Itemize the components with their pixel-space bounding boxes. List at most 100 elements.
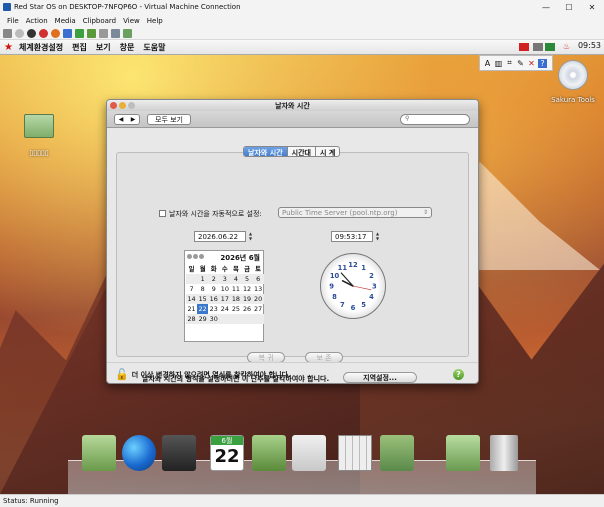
- calendar-day[interactable]: 12: [241, 284, 252, 294]
- calendar-day[interactable]: 3: [219, 274, 230, 284]
- time-stepper[interactable]: ▲ ▼: [375, 231, 380, 242]
- resume-icon[interactable]: [75, 28, 84, 38]
- time-server-select[interactable]: Public Time Server (pool.ntp.org) ⇕: [278, 207, 432, 218]
- tab-clock[interactable]: 시 계: [314, 147, 339, 156]
- help-button[interactable]: ?: [453, 369, 464, 380]
- prev-month-icon[interactable]: [187, 254, 192, 259]
- turn-off-icon[interactable]: [27, 28, 36, 38]
- calendar-day[interactable]: 22: [197, 304, 209, 314]
- checkpoint-icon[interactable]: [87, 28, 96, 38]
- analog-clock[interactable]: 12 1234567891011: [320, 253, 386, 319]
- calendar-nav[interactable]: [187, 254, 204, 259]
- lock-icon[interactable]: 🔓: [115, 368, 129, 381]
- menu-media[interactable]: Media: [55, 17, 76, 25]
- window-close-button[interactable]: [110, 102, 117, 109]
- today-icon[interactable]: [193, 254, 198, 259]
- calendar-day[interactable]: 8: [197, 284, 208, 294]
- search-field[interactable]: ⚲: [400, 114, 470, 125]
- menu-help[interactable]: Help: [147, 17, 163, 25]
- calendar-day[interactable]: 11: [230, 284, 241, 294]
- menu-help-guest[interactable]: 도움말: [143, 42, 165, 53]
- tab-time-zone[interactable]: 시간대: [286, 147, 315, 156]
- revert-icon[interactable]: [99, 28, 108, 38]
- calendar-day[interactable]: 4: [230, 274, 241, 284]
- window-title-bar[interactable]: 날자와 시간: [107, 100, 478, 111]
- calendar-day[interactable]: 7: [186, 284, 197, 294]
- pause-icon[interactable]: [63, 28, 72, 38]
- minimize-button[interactable]: —: [534, 0, 558, 14]
- calculator-icon[interactable]: [338, 435, 372, 471]
- preview-icon[interactable]: [292, 435, 326, 471]
- time-field[interactable]: 09:53:17: [331, 231, 373, 242]
- calendar-day[interactable]: 19: [241, 294, 252, 304]
- network-icon[interactable]: [545, 43, 555, 51]
- pen-tool-icon[interactable]: ✎: [516, 59, 525, 68]
- window-zoom-button[interactable]: [128, 102, 135, 109]
- next-month-icon[interactable]: [199, 254, 204, 259]
- calendar-day[interactable]: 26: [241, 304, 252, 314]
- calendar-day[interactable]: 14: [186, 294, 197, 304]
- enhanced-session-icon[interactable]: [111, 28, 120, 38]
- media-player-icon[interactable]: [162, 435, 196, 471]
- trash-icon[interactable]: [490, 435, 518, 471]
- calendar-day[interactable]: 1: [197, 274, 208, 284]
- maximize-button[interactable]: ☐: [557, 0, 581, 14]
- help-tool-icon[interactable]: ?: [538, 58, 547, 68]
- calendar-day[interactable]: 18: [230, 294, 241, 304]
- menu-clock[interactable]: 09:53: [578, 41, 601, 50]
- start-icon[interactable]: [15, 28, 24, 38]
- calendar-day[interactable]: 15: [197, 294, 208, 304]
- forward-button[interactable]: ▶: [131, 116, 136, 123]
- calendar-day[interactable]: 20: [253, 294, 264, 304]
- tab-date-time[interactable]: 날자와 시간: [244, 147, 287, 156]
- shutdown-icon[interactable]: [39, 28, 48, 38]
- calendar-day[interactable]: 21: [186, 304, 197, 314]
- menu-system-preferences[interactable]: 체계환경설정: [19, 42, 63, 53]
- calendar-day[interactable]: 9: [208, 284, 219, 294]
- grid-tool-icon[interactable]: ⌗: [505, 58, 514, 68]
- menu-view-guest[interactable]: 보기: [96, 42, 111, 53]
- red-star-icon[interactable]: ★: [4, 42, 13, 53]
- menu-action[interactable]: Action: [26, 17, 48, 25]
- window-minimize-button[interactable]: [119, 102, 126, 109]
- auto-set-checkbox[interactable]: [159, 210, 166, 217]
- calendar-day[interactable]: 2: [208, 274, 219, 284]
- text-tool-icon[interactable]: A: [483, 59, 492, 68]
- calendar-day[interactable]: 10: [219, 284, 230, 294]
- calendar-icon[interactable]: 6월 22: [210, 435, 244, 471]
- calendar-day[interactable]: 29: [197, 314, 208, 324]
- calendar-day[interactable]: 17: [219, 294, 230, 304]
- calendar-day[interactable]: 6: [253, 274, 264, 284]
- keyboard-icon[interactable]: [533, 43, 543, 51]
- disc-label[interactable]: Sakura Tools: [548, 96, 598, 104]
- back-button[interactable]: ◀: [119, 116, 124, 123]
- folder-icon[interactable]: [24, 114, 54, 138]
- panel-tool-icon[interactable]: ▥: [494, 59, 503, 68]
- region-settings-button[interactable]: 지역설정...: [343, 372, 417, 383]
- close-button[interactable]: ✕: [580, 0, 604, 14]
- address-book-icon[interactable]: [82, 435, 116, 471]
- power-icon[interactable]: [51, 28, 60, 38]
- calendar-day[interactable]: 23: [208, 304, 219, 314]
- share-icon[interactable]: [123, 28, 132, 38]
- date-stepper[interactable]: ▲ ▼: [248, 231, 253, 242]
- calendar-day[interactable]: 24: [219, 304, 230, 314]
- menu-clipboard[interactable]: Clipboard: [83, 17, 116, 25]
- date-field[interactable]: 2026.06.22: [194, 231, 246, 242]
- calendar-day[interactable]: 25: [230, 304, 241, 314]
- show-all-button[interactable]: 모두 보기: [147, 114, 191, 125]
- close-tool-icon[interactable]: ✕: [527, 59, 536, 68]
- menu-view[interactable]: View: [123, 17, 140, 25]
- menu-edit[interactable]: 편집: [72, 42, 87, 53]
- calendar-day[interactable]: 30: [208, 314, 219, 324]
- trash-folder-icon[interactable]: [446, 435, 480, 471]
- utilities-icon[interactable]: [380, 435, 414, 471]
- browser-globe-icon[interactable]: [122, 435, 156, 471]
- contacts-icon[interactable]: [252, 435, 286, 471]
- input-flag-icon[interactable]: [519, 43, 529, 51]
- disc-icon[interactable]: [558, 60, 588, 90]
- folder-label[interactable]: ▯▯▯▯▯: [16, 149, 62, 157]
- menu-file[interactable]: File: [7, 17, 19, 25]
- calendar-day[interactable]: 28: [186, 314, 197, 324]
- calendar-day[interactable]: 16: [208, 294, 219, 304]
